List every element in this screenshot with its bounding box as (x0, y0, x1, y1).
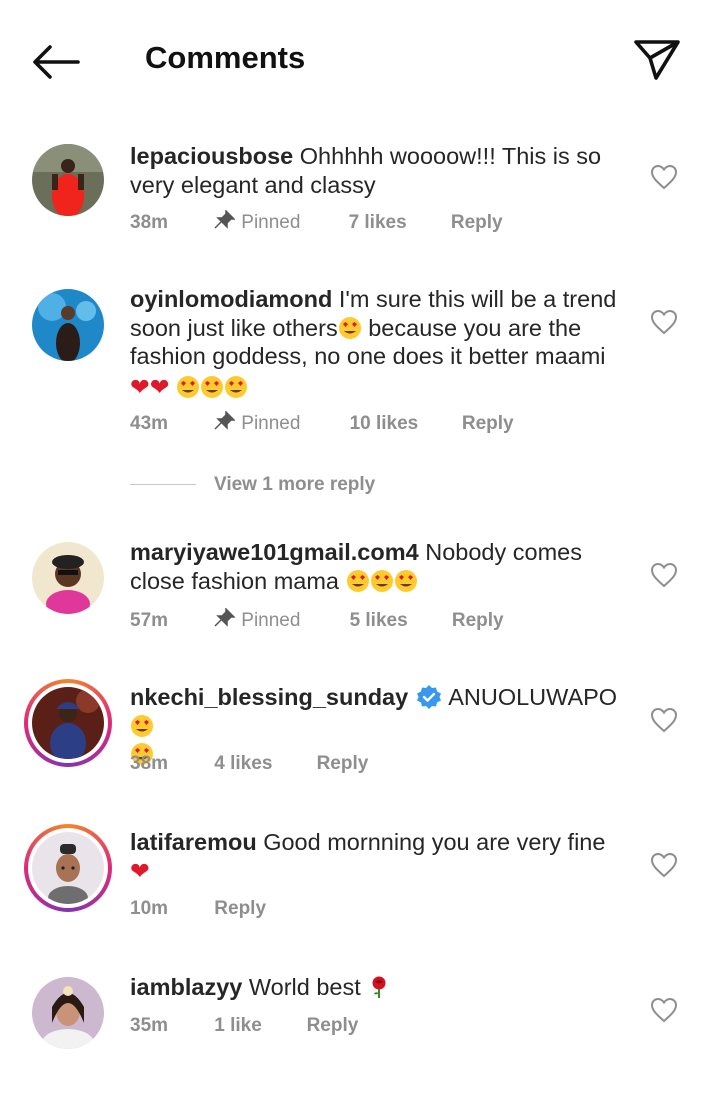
heart-outline-icon (650, 164, 678, 190)
share-button[interactable] (630, 36, 684, 84)
comment-username[interactable]: iamblazyy (130, 974, 242, 1000)
heart-eyes-emoji (370, 569, 393, 592)
red-heart-emoji: ❤ (130, 856, 150, 885)
reply-button[interactable]: Reply (462, 413, 514, 435)
reply-button[interactable]: Reply (452, 610, 504, 632)
likes-count[interactable]: 7 likes (349, 212, 446, 234)
heart-eyes-emoji (346, 569, 369, 592)
comment-body: Good mornning you are very fine (263, 829, 606, 855)
heart-eyes-emoji (176, 375, 199, 398)
avatar[interactable] (32, 144, 104, 216)
reply-button[interactable]: Reply (214, 898, 266, 920)
comment-meta: 57m Pinned 5 likes Reply (130, 607, 504, 632)
pin-icon (214, 607, 237, 627)
comment-meta: 43m Pinned 10 likes Reply (130, 410, 514, 435)
comment-time: 10m (130, 898, 169, 919)
rose-emoji (372, 976, 386, 998)
like-button[interactable] (650, 707, 678, 733)
comment-meta: 10m Reply (130, 898, 266, 920)
like-button[interactable] (650, 309, 678, 335)
comment-time: 57m (130, 610, 169, 631)
comment-meta: 35m 1 like Reply (130, 1015, 358, 1037)
pinned-label: Pinned (213, 607, 344, 632)
comment-text: maryiyawe101gmail.com4 Nobody comes clos… (130, 538, 630, 595)
avatar[interactable] (32, 542, 104, 614)
heart-outline-icon (650, 997, 678, 1023)
comment-time: 38m (130, 212, 169, 233)
heart-eyes-emoji (394, 569, 417, 592)
view-more-replies[interactable]: View 1 more reply (130, 474, 375, 496)
pinned-label: Pinned (213, 410, 344, 435)
heart-eyes-emoji (131, 714, 153, 737)
likes-count[interactable]: 5 likes (350, 610, 447, 632)
avatar[interactable] (32, 289, 104, 361)
comment-time: 38m (130, 753, 169, 774)
comment-time: 43m (130, 413, 169, 434)
likes-count[interactable]: 1 like (214, 1015, 301, 1037)
like-button[interactable] (650, 997, 678, 1023)
heart-outline-icon (650, 707, 678, 733)
pin-icon (214, 410, 237, 430)
red-heart-emoji: ❤❤ (130, 372, 170, 401)
reply-button[interactable]: Reply (307, 1015, 359, 1037)
heart-eyes-emoji (200, 375, 223, 398)
comment-meta: 38m Pinned 7 likes Reply (130, 209, 503, 234)
like-button[interactable] (650, 562, 678, 588)
verified-badge-icon (417, 685, 442, 709)
heart-outline-icon (650, 562, 678, 588)
header-bar: Comments (0, 0, 720, 120)
like-button[interactable] (650, 164, 678, 190)
comment-body: ANUOLUWAPO (448, 684, 618, 710)
comment-username[interactable]: nkechi_blessing_sunday (130, 684, 408, 710)
story-ring[interactable] (24, 679, 112, 767)
divider-line (130, 484, 196, 486)
likes-count[interactable]: 4 likes (214, 753, 311, 775)
heart-outline-icon (650, 309, 678, 335)
comment-text: lepaciousbose Ohhhhh woooow!!! This is s… (130, 142, 630, 199)
comment-username[interactable]: latifaremou (130, 829, 257, 855)
like-button[interactable] (650, 852, 678, 878)
comment-meta: 38m 4 likes Reply (130, 753, 368, 775)
reply-button[interactable]: Reply (451, 212, 503, 234)
comment-username[interactable]: lepaciousbose (130, 143, 293, 169)
avatar (32, 687, 104, 759)
paper-plane-icon (634, 40, 680, 80)
reply-button[interactable]: Reply (317, 753, 369, 775)
pinned-label: Pinned (213, 209, 343, 234)
heart-eyes-emoji (224, 375, 247, 398)
comment-body: World best (248, 974, 361, 1000)
comment-text: iamblazyy World best (130, 973, 630, 1002)
comment-username[interactable]: oyinlomodiamond (130, 286, 332, 312)
story-ring[interactable] (24, 824, 112, 912)
comment-text: oyinlomodiamond I'm sure this will be a … (130, 285, 630, 401)
comment-text: latifaremou Good mornning you are very f… (130, 828, 630, 885)
arrow-left-icon (33, 45, 80, 79)
pin-icon (214, 209, 237, 229)
emoji-row: ❤❤ (130, 373, 630, 402)
comment-time: 35m (130, 1015, 169, 1036)
heart-eyes-emoji (338, 314, 362, 342)
page-title: Comments (145, 40, 306, 75)
avatar[interactable] (32, 977, 104, 1049)
comment-username[interactable]: maryiyawe101gmail.com4 (130, 539, 419, 565)
likes-count[interactable]: 10 likes (350, 413, 457, 435)
heart-outline-icon (650, 852, 678, 878)
avatar (32, 832, 104, 904)
back-button[interactable] (28, 38, 84, 86)
